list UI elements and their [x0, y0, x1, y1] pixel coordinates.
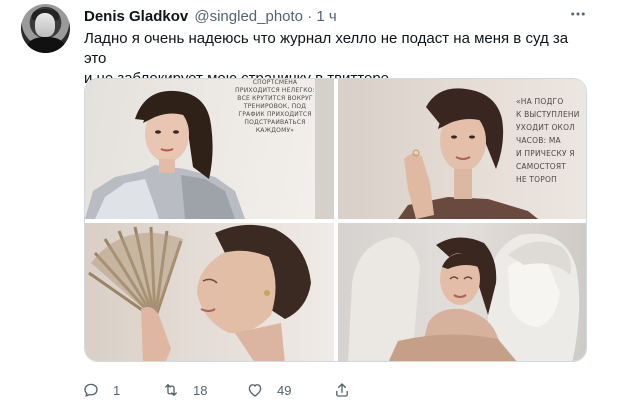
tweet[interactable]: Denis Gladkov @singled_photo · 1 ч Ладно…: [0, 0, 617, 414]
share-button[interactable]: [333, 380, 351, 400]
photo-1-caption: СПОРТСМЕНА ПРИХОДИТСЯ НЕЛЕГКО: ВСЕ КРУТИ…: [235, 79, 315, 134]
tweet-actions: 1 18 49: [82, 380, 482, 400]
tweet-header: Denis Gladkov @singled_photo · 1 ч: [84, 8, 337, 26]
like-button[interactable]: 49: [246, 380, 291, 400]
share-icon: [336, 383, 348, 397]
author-name[interactable]: Denis Gladkov: [84, 8, 188, 25]
separator-dot: ·: [307, 8, 313, 25]
photo-2-caption: «НА ПОДГО К ВЫСТУПЛЕНИ УХОДИТ ОКОЛ ЧАСОВ…: [516, 97, 580, 184]
photo-4-image: [348, 233, 580, 361]
photo-3[interactable]: [85, 223, 334, 361]
tweet-timestamp[interactable]: 1 ч: [316, 8, 336, 25]
photo-2[interactable]: «НА ПОДГО К ВЫСТУПЛЕНИ УХОДИТ ОКОЛ ЧАСОВ…: [338, 79, 586, 219]
retweet-icon: [165, 384, 177, 396]
reply-icon: [84, 383, 98, 397]
avatar[interactable]: [21, 4, 70, 53]
author-handle[interactable]: @singled_photo: [194, 8, 303, 25]
like-count: 49: [277, 382, 292, 398]
tweet-text-line: Ладно я очень надеюсь что журнал хелло н…: [84, 30, 569, 67]
photo-1[interactable]: СПОРТСМЕНА ПРИХОДИТСЯ НЕЛЕГКО: ВСЕ КРУТИ…: [85, 79, 334, 219]
retweet-button[interactable]: 18: [162, 380, 207, 400]
photo-3-image: [88, 224, 311, 361]
more-options-icon[interactable]: [566, 6, 590, 22]
reply-count: 1: [113, 382, 121, 398]
media-grid: СПОРТСМЕНА ПРИХОДИТСЯ НЕЛЕГКО: ВСЕ КРУТИ…: [84, 78, 587, 362]
retweet-count: 18: [193, 382, 208, 398]
heart-icon: [248, 384, 262, 397]
reply-button[interactable]: 1: [82, 380, 120, 400]
photo-4[interactable]: [338, 223, 586, 361]
